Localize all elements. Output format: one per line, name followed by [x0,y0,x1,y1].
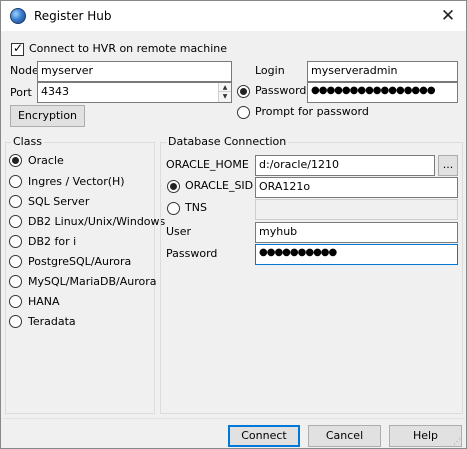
connect-remote-label: Connect to HVR on remote machine [29,42,227,55]
spin-down-icon[interactable]: ▼ [219,92,231,101]
db-password-input[interactable]: ●●●●●●●●●● [255,244,458,265]
radio-selected-dot [240,88,247,95]
class-radio-ingres[interactable] [9,175,22,188]
class-label-oracle: Oracle [28,154,64,167]
encryption-button[interactable]: Encryption [10,105,85,127]
port-label: Port [10,86,32,99]
node-label: Node [10,64,39,77]
oracle-sid-label: ORACLE_SID [185,179,254,192]
remote-password-input[interactable]: ●●●●●●●●●●●●●●●● [307,82,458,103]
resize-grip-icon[interactable]: ⋰ [453,437,463,447]
help-button[interactable]: Help [389,425,462,447]
user-input[interactable]: myhub [255,222,458,243]
node-input[interactable]: myserver [37,61,232,82]
class-radio-teradata[interactable] [9,315,22,328]
class-radio-db2-i[interactable] [9,235,22,248]
oracle-home-input[interactable]: d:/oracle/1210 [255,155,435,176]
class-label-mysql: MySQL/MariaDB/Aurora [28,275,157,288]
class-radio-postgresql[interactable] [9,255,22,268]
oracle-sid-radio[interactable] [167,180,180,193]
globe-icon [10,8,26,24]
prompt-password-label: Prompt for password [255,105,369,118]
connect-button[interactable]: Connect [228,425,300,447]
port-input[interactable]: 4343 [37,82,232,103]
oracle-home-label: ORACLE_HOME [166,158,249,171]
title-bar: Register Hub ✕ [1,1,466,31]
tns-label: TNS [185,201,207,214]
class-label-db2-i: DB2 for i [28,235,77,248]
tns-radio[interactable] [167,202,180,215]
class-label-db2-luw: DB2 Linux/Unix/Windows [28,215,166,228]
login-label: Login [255,64,285,77]
footer-divider [2,418,465,419]
oracle-home-browse-button[interactable]: ... [438,155,458,176]
class-label-hana: HANA [28,295,60,308]
radio-selected-dot [12,157,19,164]
class-label-teradata: Teradata [28,315,76,328]
password-radio[interactable] [237,85,250,98]
oracle-sid-input[interactable]: ORA121o [255,177,458,198]
prompt-password-radio[interactable] [237,106,250,119]
connect-remote-checkbox[interactable]: ✓ [11,41,24,56]
class-radio-db2-luw[interactable] [9,215,22,228]
port-stepper[interactable]: ▲ ▼ [218,83,231,102]
user-label: User [166,225,192,238]
login-input[interactable]: myserveradmin [307,61,458,82]
class-radio-mysql[interactable] [9,275,22,288]
class-radio-sqlserver[interactable] [9,195,22,208]
cancel-button[interactable]: Cancel [308,425,381,447]
password-radio-label: Password [255,84,307,97]
class-group-title: Class [11,135,44,148]
checkmark-icon: ✓ [13,41,24,55]
class-radio-hana[interactable] [9,295,22,308]
radio-selected-dot [170,183,177,190]
db-password-label: Password [166,247,218,260]
port-value: 4343 [41,85,69,98]
tns-input[interactable] [255,199,458,220]
register-hub-dialog: Register Hub ✕ ✓ Connect to HVR on remot… [0,0,467,449]
class-label-sqlserver: SQL Server [28,195,90,208]
class-label-postgresql: PostgreSQL/Aurora [28,255,132,268]
class-radio-oracle[interactable] [9,154,22,167]
database-connection-title: Database Connection [166,135,289,148]
window-title: Register Hub [34,9,112,23]
spin-up-icon[interactable]: ▲ [219,83,231,92]
class-label-ingres: Ingres / Vector(H) [28,175,125,188]
close-icon[interactable]: ✕ [431,3,465,29]
